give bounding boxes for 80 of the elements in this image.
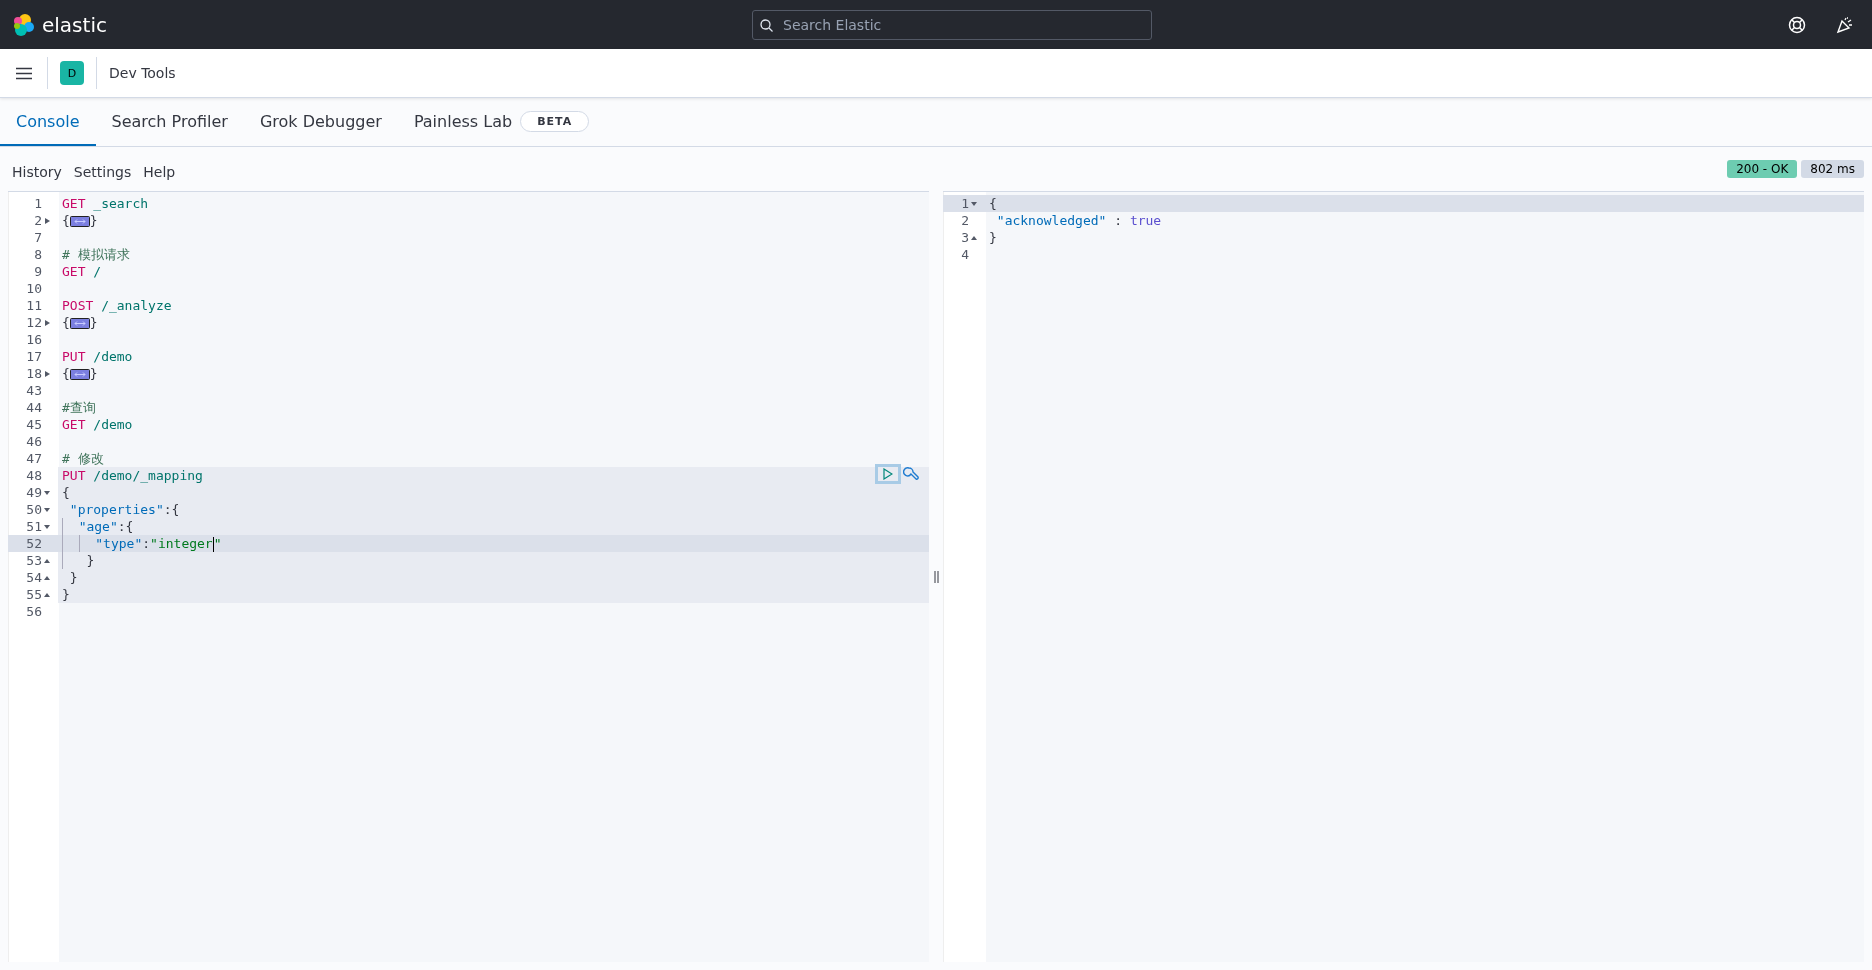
- search-field[interactable]: Search Elastic: [752, 9, 1152, 40]
- folded-code-icon[interactable]: [69, 216, 90, 227]
- line-number: 2: [34, 212, 42, 229]
- brand-name: elastic: [42, 12, 107, 37]
- line-number: 11: [26, 297, 42, 314]
- code-line: { }: [61, 212, 99, 229]
- code-line: #查询: [61, 399, 97, 416]
- help-icon[interactable]: [1788, 15, 1806, 34]
- line-number: 54: [26, 569, 42, 586]
- code-line: # 模拟请求: [61, 246, 131, 263]
- party-popper-icon[interactable]: [1836, 15, 1854, 34]
- line-number: 43: [26, 382, 42, 399]
- line-number: 52: [26, 535, 42, 552]
- resize-handle-icon[interactable]: [933, 570, 939, 583]
- line-number: 56: [26, 603, 42, 620]
- line-number: 48: [26, 467, 42, 484]
- fold-arrow-icon[interactable]: [44, 319, 50, 326]
- play-icon: [883, 468, 893, 480]
- line-number: 2: [961, 212, 969, 229]
- tab[interactable]: Grok Debugger: [243, 98, 398, 146]
- fold-arrow-icon[interactable]: [971, 235, 977, 240]
- code-line: POST /_analyze: [61, 297, 173, 314]
- line-number: 50: [26, 501, 42, 518]
- fold-arrow-icon[interactable]: [44, 524, 50, 529]
- breadcrumb-title: Dev Tools: [109, 65, 176, 81]
- line-number: 18: [26, 365, 42, 382]
- code-line: }: [988, 229, 998, 246]
- toolbar-link[interactable]: Settings: [69, 164, 136, 180]
- line-number: 7: [34, 229, 42, 246]
- line-number: 55: [26, 586, 42, 603]
- line-number: 9: [34, 263, 42, 280]
- line-number: 8: [34, 246, 42, 263]
- line-number: 17: [26, 348, 42, 365]
- line-number: 16: [26, 331, 42, 348]
- line-number: 49: [26, 484, 42, 501]
- fold-arrow-icon[interactable]: [44, 217, 50, 224]
- duration-badge: 802 ms: [1801, 160, 1864, 178]
- code-line: { }: [61, 365, 99, 382]
- beta-badge: BETA: [520, 110, 590, 132]
- search-icon: [760, 18, 773, 32]
- line-number: 10: [26, 280, 42, 297]
- folded-code-icon[interactable]: [69, 318, 90, 329]
- fold-arrow-icon[interactable]: [44, 490, 50, 495]
- line-number: 3: [961, 229, 969, 246]
- fold-arrow-icon[interactable]: [971, 201, 977, 206]
- line-number: 44: [26, 399, 42, 416]
- line-number: 12: [26, 314, 42, 331]
- code-line: GET /: [61, 263, 103, 280]
- fold-arrow-icon[interactable]: [44, 370, 50, 377]
- status-badge: 200 - OK: [1727, 160, 1798, 178]
- toolbar-link[interactable]: Help: [139, 164, 180, 180]
- line-number: 1: [34, 195, 42, 212]
- code-line: PUT /demo: [61, 348, 134, 365]
- code-line: { }: [61, 314, 99, 331]
- folded-code-icon[interactable]: [69, 369, 90, 380]
- elastic-logo-icon[interactable]: [12, 12, 36, 37]
- tab[interactable]: Console: [0, 98, 96, 146]
- fold-arrow-icon[interactable]: [44, 507, 50, 512]
- code-line: # 修改: [61, 450, 105, 467]
- tab[interactable]: Search Profiler: [95, 98, 244, 146]
- tab[interactable]: Painless Lab BETA: [397, 98, 606, 146]
- text-cursor: [212, 537, 214, 552]
- line-number: 47: [26, 450, 42, 467]
- line-number: 4: [961, 246, 969, 263]
- code-line: GET /demo: [61, 416, 134, 433]
- run-request-button[interactable]: [875, 464, 901, 484]
- line-number: 53: [26, 552, 42, 569]
- line-number: 51: [26, 518, 42, 535]
- code-line: "acknowledged" : true: [995, 212, 1163, 229]
- fold-arrow-icon[interactable]: [44, 592, 50, 597]
- line-number: 1: [961, 195, 969, 212]
- menu-icon[interactable]: [15, 66, 32, 80]
- line-number: 46: [26, 433, 42, 450]
- fold-arrow-icon[interactable]: [44, 575, 50, 580]
- space-avatar[interactable]: D: [60, 61, 84, 85]
- line-number: 45: [26, 416, 42, 433]
- code-line: GET _search: [61, 195, 150, 212]
- toolbar-link[interactable]: History: [8, 164, 66, 180]
- wrench-button[interactable]: [903, 466, 919, 482]
- fold-arrow-icon[interactable]: [44, 558, 50, 563]
